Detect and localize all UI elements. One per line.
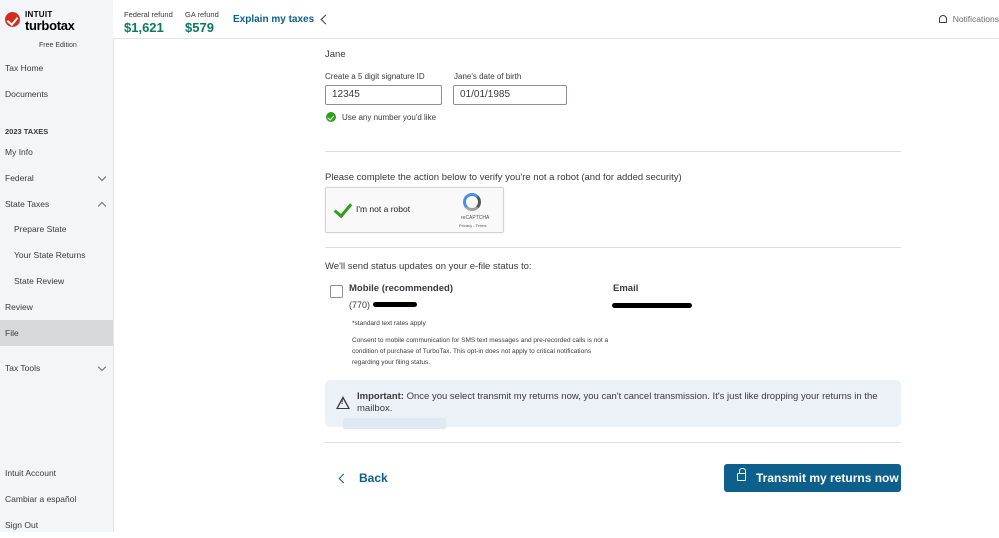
recaptcha-logo-icon: [463, 193, 481, 211]
main-content: Jane Create a 5 digit signature ID 12345…: [113, 39, 999, 532]
chevron-down-icon: [97, 172, 107, 182]
sidebar-item-label: Federal: [5, 173, 34, 183]
mobile-prefix: (770): [349, 300, 371, 310]
recaptcha-brand: reCAPTCHA: [461, 215, 490, 221]
sidebar-item-state-review[interactable]: State Review: [0, 268, 113, 294]
chevron-left-icon[interactable]: [320, 14, 331, 25]
check-circle-icon: [326, 112, 336, 122]
transmit-returns-button[interactable]: Transmit my returns now: [724, 464, 901, 492]
signature-id-input[interactable]: 12345: [325, 85, 442, 105]
ghost-overlay: [343, 418, 446, 429]
chevron-down-icon: [97, 362, 107, 372]
sidebar-item-your-state-returns[interactable]: Your State Returns: [0, 242, 113, 268]
ga-refund[interactable]: GA refund $579: [185, 10, 219, 35]
federal-refund[interactable]: Federal refund $1,621: [124, 10, 173, 35]
checkmark-logo-icon: [5, 12, 20, 27]
sidebar-item-state-taxes[interactable]: State Taxes: [0, 191, 113, 217]
important-body: Once you select transmit my returns now,…: [357, 391, 878, 414]
sidebar-item-file[interactable]: File: [0, 320, 113, 346]
captcha-checkmark-icon[interactable]: [333, 198, 353, 219]
captcha-label: I'm not a robot: [356, 204, 411, 214]
back-label: Back: [359, 471, 388, 485]
explain-my-taxes-link[interactable]: Explain my taxes: [233, 14, 314, 25]
sidebar-item-cambiar-espanol[interactable]: Cambiar a español: [0, 486, 113, 512]
federal-refund-amount: $1,621: [124, 20, 164, 35]
dob-label: Jane's date of birth: [454, 72, 522, 81]
sidebar-item-label: State Taxes: [5, 199, 50, 209]
divider: [325, 151, 901, 152]
recaptcha-widget[interactable]: I'm not a robot reCAPTCHA Privacy - Term…: [325, 187, 504, 233]
dob-input[interactable]: 01/01/1985: [453, 85, 567, 105]
email-label: Email: [613, 283, 639, 294]
sidebar-item-documents[interactable]: Documents: [0, 81, 113, 107]
consent-text: Consent to mobile communication for SMS …: [352, 337, 609, 366]
sidebar-section-heading: 2023 TAXES: [5, 127, 49, 136]
ga-refund-amount: $579: [185, 20, 214, 35]
ga-refund-label: GA refund: [185, 10, 219, 19]
transmit-label: Transmit my returns now: [756, 471, 899, 485]
sidebar-item-my-info[interactable]: My Info: [0, 139, 113, 165]
divider: [325, 442, 901, 443]
federal-refund-label: Federal refund: [124, 10, 173, 19]
status-heading: We'll send status updates on your e-file…: [325, 261, 532, 272]
top-bar: Federal refund $1,621 GA refund $579 Exp…: [113, 0, 999, 39]
sidebar-item-tax-home[interactable]: Tax Home: [0, 55, 113, 81]
logo-turbotax-text: turbotax: [25, 18, 75, 33]
sidebar-item-sign-out[interactable]: Sign Out: [0, 512, 113, 538]
bell-icon[interactable]: [939, 15, 947, 23]
arrow-left-icon: [338, 473, 349, 484]
important-label: Important:: [357, 391, 404, 402]
sidebar-item-intuit-account[interactable]: Intuit Account: [0, 460, 113, 486]
redacted-phone: [373, 302, 417, 307]
turbotax-logo[interactable]: INTUIT turbotax Free Edition: [5, 10, 105, 49]
notifications-link[interactable]: Notifications: [953, 14, 999, 24]
important-text: Important: Once you select transmit my r…: [357, 391, 892, 415]
chevron-up-icon: [97, 201, 107, 211]
sidebar: INTUIT turbotax Free Edition Tax Home Do…: [0, 0, 114, 532]
captcha-prompt: Please complete the action below to veri…: [325, 172, 682, 183]
divider: [325, 247, 901, 248]
lock-icon: [737, 468, 746, 481]
sidebar-item-label: Tax Tools: [5, 363, 41, 373]
rates-note: *standard text rates apply: [352, 320, 426, 327]
sidebar-item-federal[interactable]: Federal: [0, 165, 113, 191]
mobile-checkbox[interactable]: [330, 285, 343, 298]
mobile-label: Mobile (recommended): [349, 283, 453, 294]
recaptcha-terms[interactable]: Privacy - Terms: [459, 223, 486, 228]
signature-hint: Use any number you'd like: [342, 113, 437, 122]
redacted-email: [612, 303, 692, 308]
sidebar-item-tax-tools[interactable]: Tax Tools: [0, 355, 113, 381]
taxpayer-name: Jane: [325, 49, 346, 60]
sidebar-item-review[interactable]: Review: [0, 294, 113, 320]
sidebar-item-prepare-state[interactable]: Prepare State: [0, 216, 113, 242]
edition-label: Free Edition: [39, 42, 77, 49]
signature-id-label: Create a 5 digit signature ID: [325, 72, 425, 81]
